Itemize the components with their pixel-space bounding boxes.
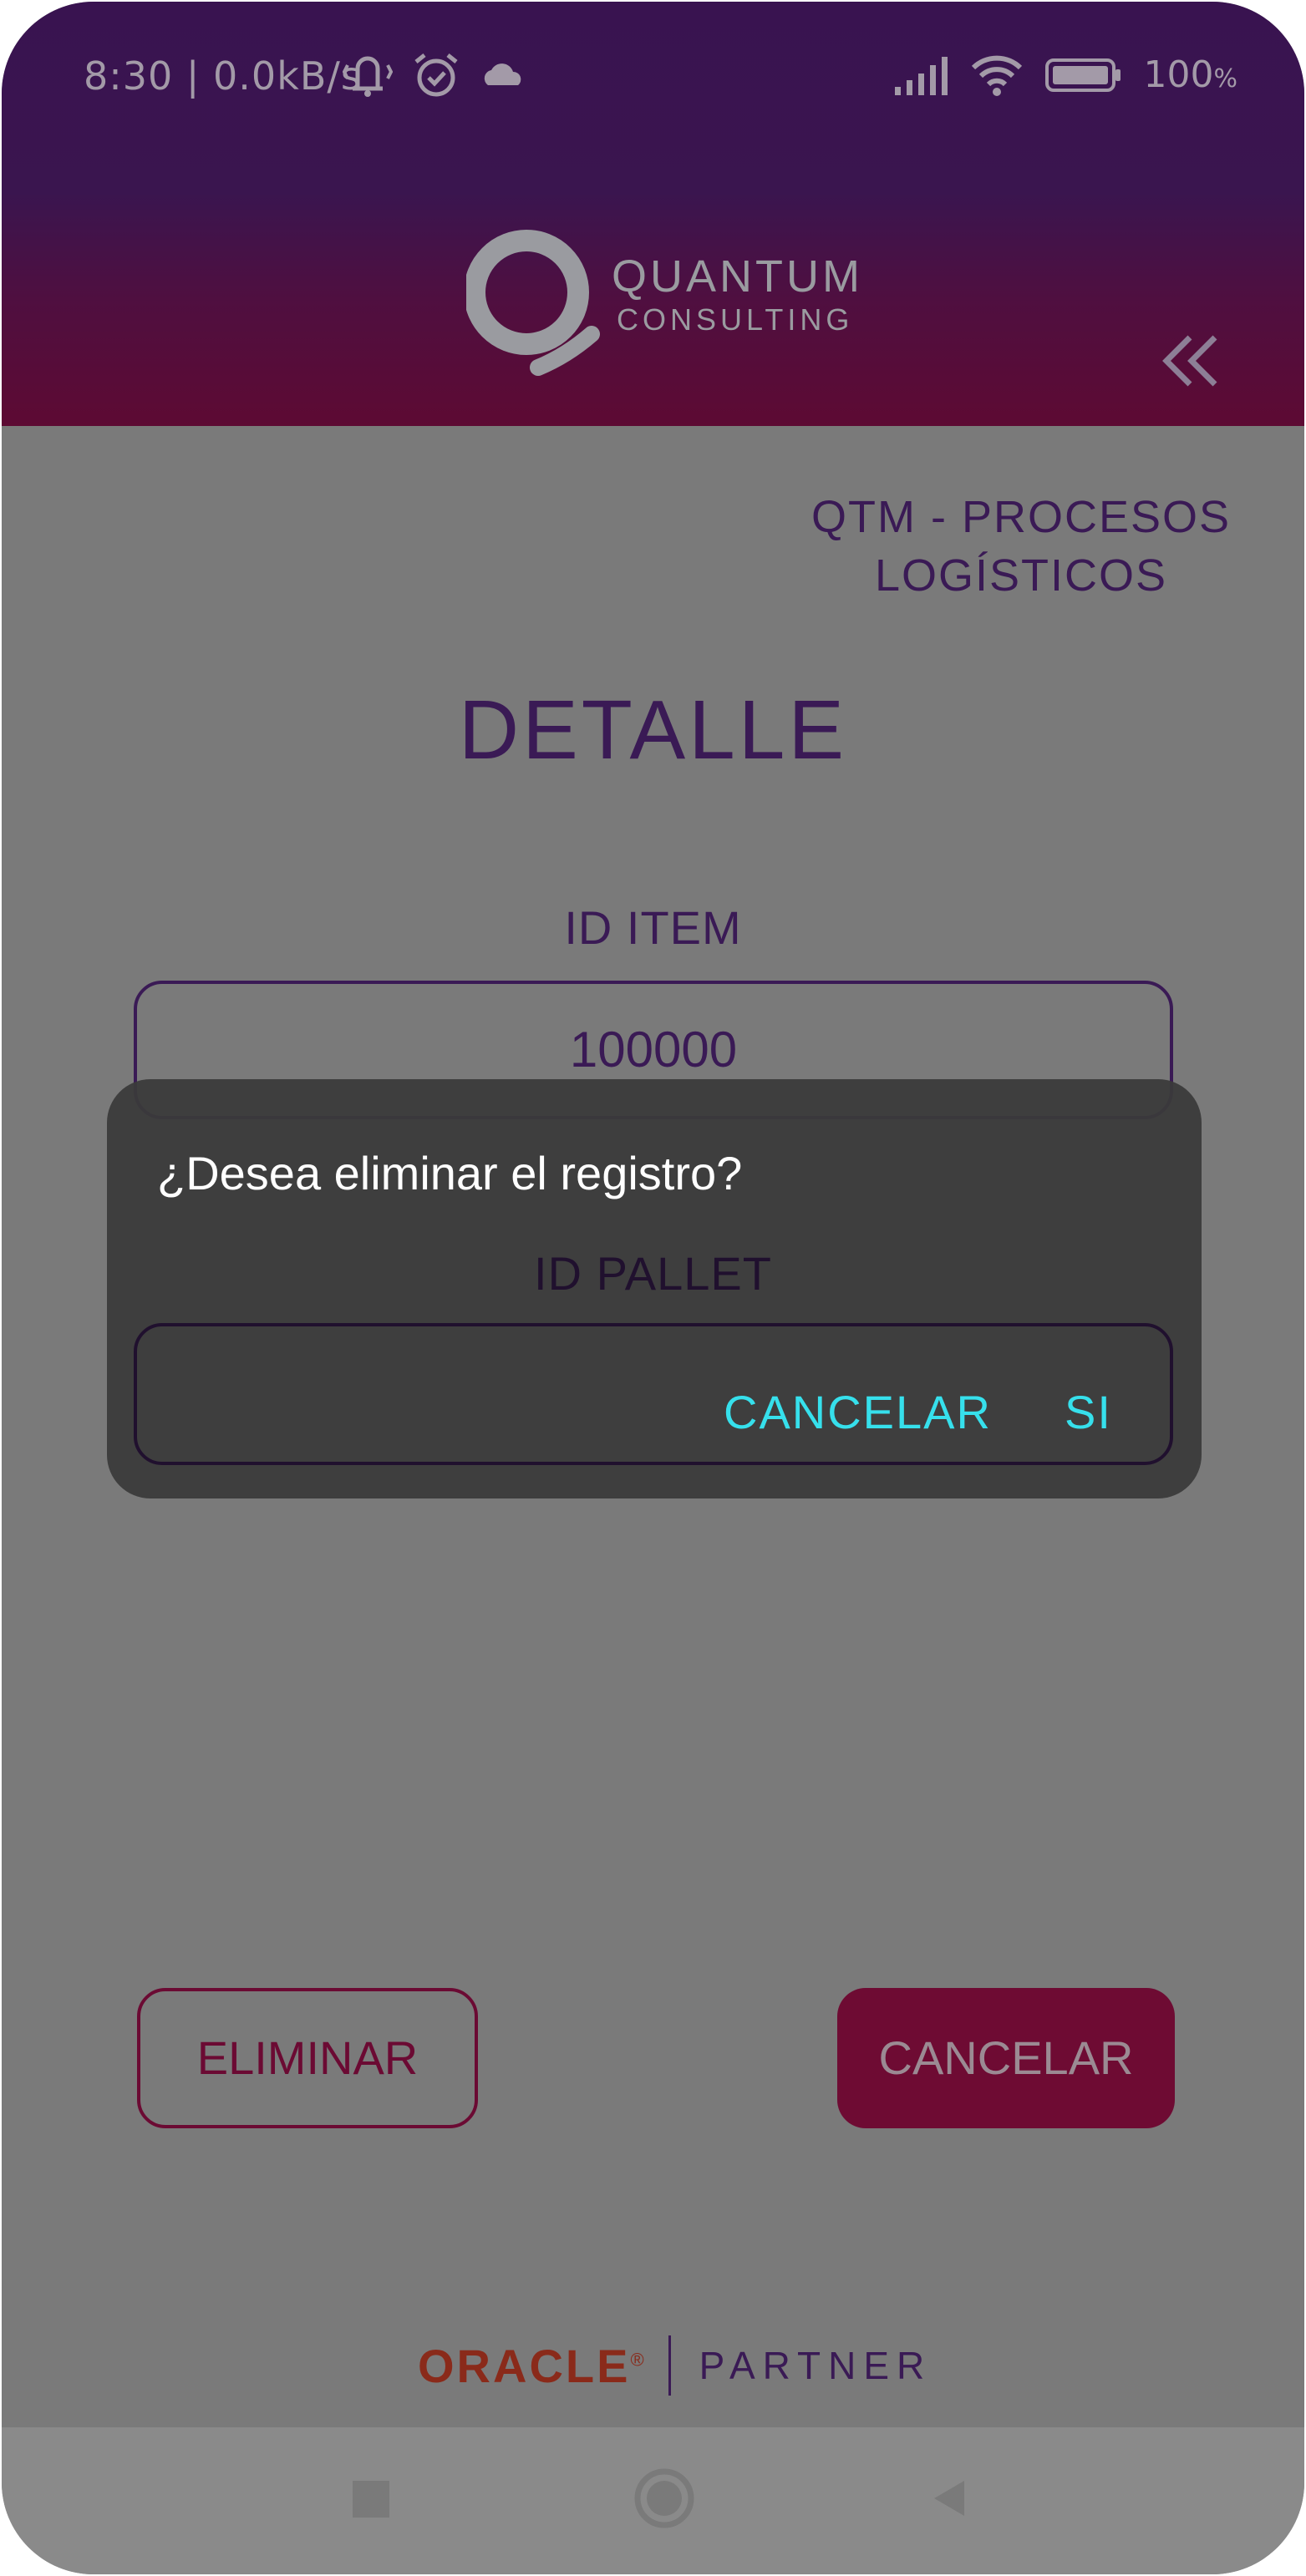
pallet-id-label: ID PALLET: [534, 1247, 772, 1300]
dialog-message: ¿Desea eliminar el registro?: [157, 1147, 743, 1199]
double-chevron-left-icon[interactable]: [1161, 334, 1220, 388]
pallet-id-field[interactable]: [134, 1323, 1173, 1465]
triangle-back-icon[interactable]: [912, 2461, 988, 2536]
phone-screen: 8:30 | 0.0kB/s 100% QUANTUM CONSULTING Q…: [2, 2, 1304, 2574]
cloud-icon: [484, 63, 521, 85]
status-right-icons: 100%: [893, 53, 1238, 96]
quantum-q-icon: [466, 230, 600, 376]
oracle-wordmark: ORACLE®: [418, 2339, 647, 2392]
system-nav-bar: [2, 2427, 1304, 2574]
logo-text: QUANTUM CONSULTING: [612, 251, 863, 337]
alarm-icon: [414, 53, 458, 97]
app-title: QTM - PROCESOS LOGÍSTICOS: [787, 488, 1255, 605]
app-title-line-1: QTM - PROCESOS: [811, 492, 1232, 542]
logo-line-1: QUANTUM: [612, 251, 863, 302]
logo-divider: [668, 2335, 671, 2396]
status-time-speed: 8:30 | 0.0kB/s: [84, 53, 362, 99]
cancel-button[interactable]: CANCELAR: [837, 1988, 1175, 2128]
logo-line-2: CONSULTING: [617, 302, 854, 337]
status-bar: 8:30 | 0.0kB/s 100%: [2, 2, 1304, 160]
page-title: DETALLE: [458, 683, 848, 777]
battery-percent: 100%: [1143, 53, 1238, 96]
signal-icon: [894, 56, 948, 95]
partner-wordmark: PARTNER: [699, 2344, 932, 2387]
oracle-partner-logo: ORACLE® PARTNER: [418, 2332, 932, 2399]
square-icon[interactable]: [333, 2461, 408, 2536]
app-header: 8:30 | 0.0kB/s 100% QUANTUM CONSULTING: [2, 2, 1304, 426]
quantum-logo: QUANTUM CONSULTING: [466, 226, 860, 384]
item-id-label: ID ITEM: [564, 901, 742, 954]
battery-icon: [1044, 58, 1121, 92]
wifi-icon: [971, 55, 1022, 96]
vibrate-icon: [343, 56, 393, 97]
circle-home-icon[interactable]: [627, 2461, 702, 2536]
delete-button[interactable]: ELIMINAR: [137, 1988, 478, 2128]
app-title-line-2: LOGÍSTICOS: [874, 550, 1168, 601]
status-left-icons: [343, 50, 526, 100]
